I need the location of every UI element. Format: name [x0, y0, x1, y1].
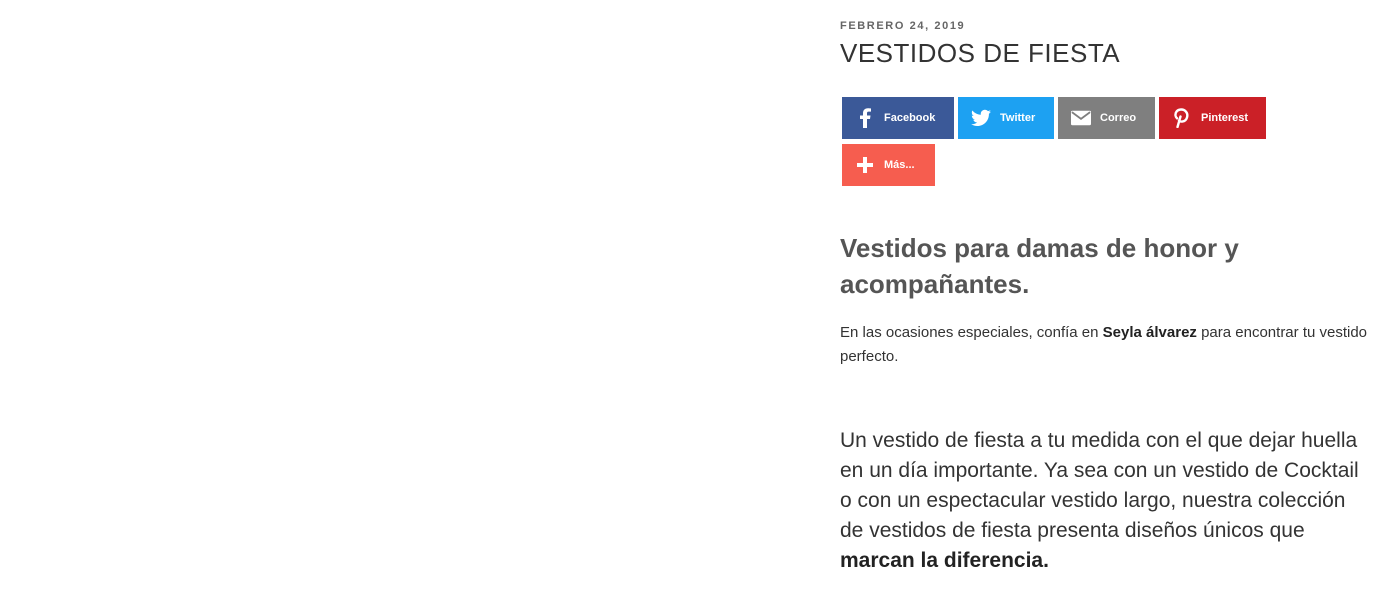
share-facebook-label: Facebook	[884, 112, 936, 124]
share-twitter-button[interactable]: Twitter	[958, 97, 1054, 139]
share-twitter-label: Twitter	[1000, 112, 1036, 124]
share-more-button[interactable]: Más...	[842, 144, 935, 186]
share-buttons-row: Facebook Twitter Correo Pinterest	[842, 97, 1266, 139]
twitter-icon	[971, 108, 991, 128]
pinterest-icon	[1172, 108, 1192, 128]
facebook-icon	[855, 108, 875, 128]
brand-name: Seyla álvarez	[1102, 324, 1197, 341]
share-facebook-button[interactable]: Facebook	[842, 97, 954, 139]
intro-paragraph: En las ocasiones especiales, confía en S…	[840, 321, 1370, 369]
intro-text-start: En las ocasiones especiales, confía en	[840, 324, 1103, 341]
post-date: FEBRERO 24, 2019	[840, 20, 966, 32]
share-buttons-row-more: Más...	[842, 144, 935, 186]
share-pinterest-label: Pinterest	[1201, 112, 1249, 124]
plus-icon	[855, 155, 875, 175]
lead-paragraph: Un vestido de fiesta a tu medida con el …	[840, 426, 1360, 576]
envelope-icon	[1071, 108, 1091, 128]
share-email-label: Correo	[1100, 112, 1137, 124]
share-more-label: Más...	[884, 159, 915, 171]
page: FEBRERO 24, 2019 VESTIDOS DE FIESTA Face…	[0, 0, 1383, 591]
share-pinterest-button[interactable]: Pinterest	[1159, 97, 1266, 139]
share-email-button[interactable]: Correo	[1058, 97, 1155, 139]
lead-emphasis: marcan la diferencia.	[840, 549, 1049, 572]
lead-text: Un vestido de fiesta a tu medida con el …	[840, 429, 1359, 542]
post-title: VESTIDOS DE FIESTA	[840, 38, 1121, 68]
subheading: Vestidos para damas de honor y acompañan…	[840, 233, 1239, 299]
